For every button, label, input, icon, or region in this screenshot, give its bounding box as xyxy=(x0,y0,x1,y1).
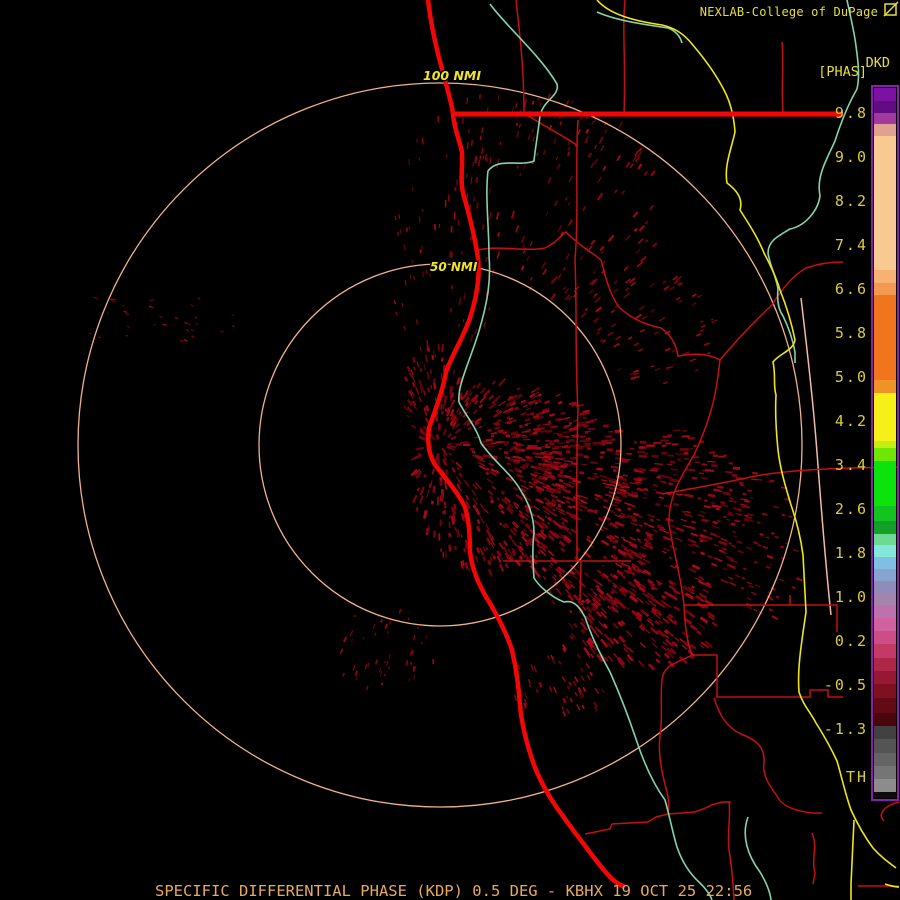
colorbar-ticks: 9.8 9.0 8.2 7.4 6.6 5.8 5.0 4.2 3.4 2.6 1.8 1.0 0.2 -… xyxy=(824,104,868,738)
svg-text:9.0: 9.0 xyxy=(835,148,868,166)
svg-text:0.2: 0.2 xyxy=(835,632,868,650)
radar-display: 100 NMI 50 NMI 9.8 9.0 8.2 7.4 6.6 5.8 5.0 4.2 3… xyxy=(0,0,900,900)
product-units-label: [PHAS] xyxy=(818,64,867,80)
colorbar xyxy=(871,85,899,801)
header-title: NEXLAB-College of DuPage xyxy=(700,5,878,19)
ring-label-100nmi: 100 NMI xyxy=(423,68,481,83)
pale-road-line xyxy=(800,297,832,616)
ring-label-50nmi: 50 NMI xyxy=(430,260,478,274)
svg-text:2.6: 2.6 xyxy=(835,500,868,518)
svg-text:7.4: 7.4 xyxy=(835,236,868,254)
threshold-label: TH xyxy=(846,768,868,786)
svg-text:-0.5: -0.5 xyxy=(824,676,868,694)
svg-text:1.0: 1.0 xyxy=(835,588,868,606)
svg-text:5.0: 5.0 xyxy=(835,368,868,386)
svg-text:-1.3: -1.3 xyxy=(824,720,868,738)
weather-flag-icon xyxy=(883,1,899,17)
svg-text:1.8: 1.8 xyxy=(835,544,868,562)
svg-text:5.8: 5.8 xyxy=(835,324,868,342)
svg-text:9.8: 9.8 xyxy=(835,104,868,122)
radar-echoes xyxy=(89,93,803,717)
product-id-label: DKD xyxy=(866,55,890,71)
range-ring-50nmi xyxy=(258,263,622,627)
svg-text:6.6: 6.6 xyxy=(835,280,868,298)
state-highway-lines xyxy=(596,0,900,900)
radar-map: 100 NMI 50 NMI 9.8 9.0 8.2 7.4 6.6 5.8 5.0 4.2 3… xyxy=(77,0,900,900)
svg-text:4.2: 4.2 xyxy=(835,412,868,430)
svg-text:8.2: 8.2 xyxy=(835,192,868,210)
footer-caption: SPECIFIC DIFFERENTIAL PHASE (KDP) 0.5 DE… xyxy=(155,882,752,900)
svg-text:3.4: 3.4 xyxy=(835,456,868,474)
